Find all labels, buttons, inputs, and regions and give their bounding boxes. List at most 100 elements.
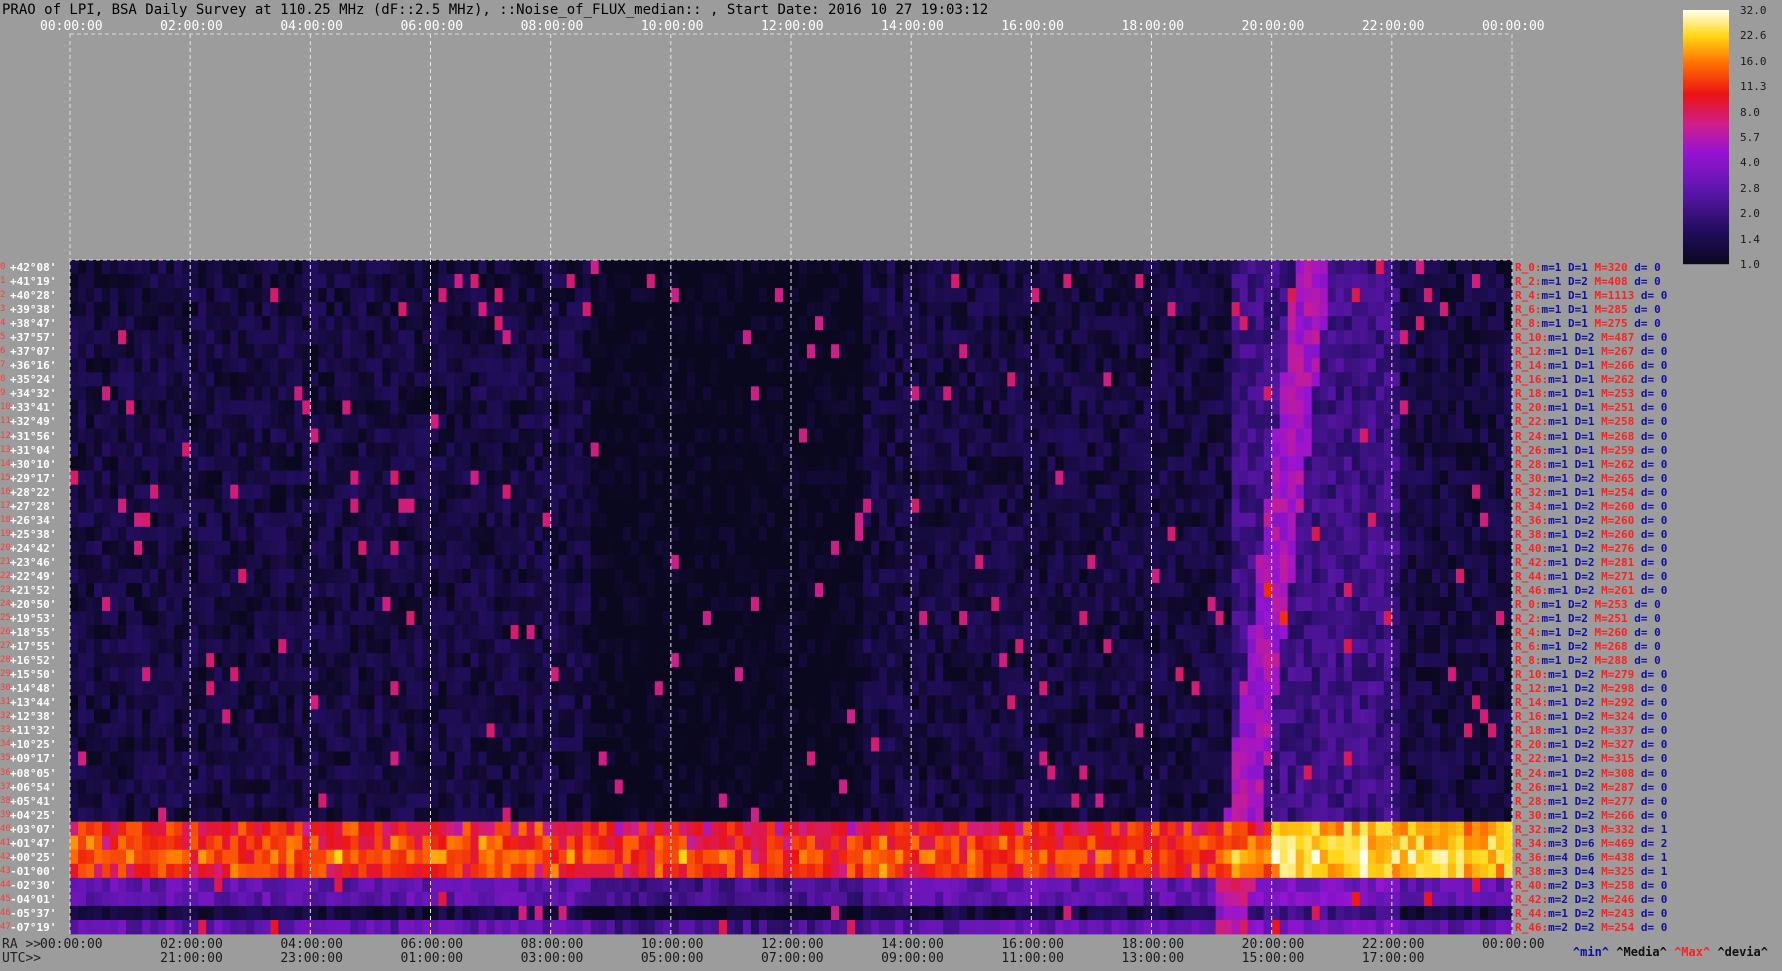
row-stat-part: d=	[1634, 486, 1661, 499]
row-stat-part: 1	[1581, 303, 1588, 316]
row-stat-part: 0	[1661, 767, 1668, 780]
row-stat-part: 1	[1588, 359, 1595, 372]
declination-label: +37°07'	[10, 346, 56, 357]
row-stat-part: D=	[1568, 556, 1588, 569]
row-stat-part: m=	[1548, 500, 1561, 513]
declination-label: +19°53'	[10, 613, 56, 624]
row-stat-part: M=	[1588, 612, 1608, 625]
row-stat-part: M=	[1595, 823, 1615, 836]
row-stat-part: d=	[1634, 696, 1661, 709]
row-stat-part: 251	[1614, 401, 1634, 414]
row-stat-part: R_12:	[1515, 345, 1548, 358]
legend-devia: ^devia^	[1717, 945, 1768, 959]
row-stat: R_24:m=1 D=2 M=308 d= 0	[1515, 768, 1667, 779]
row-stat-part: D=	[1568, 373, 1588, 386]
row-stat-part: d=	[1628, 612, 1655, 625]
row-stat-part: 266	[1614, 359, 1634, 372]
row-stat-part: 275	[1608, 317, 1628, 330]
row-stat-part: 2	[1588, 570, 1595, 583]
row-stat-part: M=	[1595, 738, 1615, 751]
row-stat-part: 276	[1614, 542, 1634, 555]
row-stat-part: R_6:	[1515, 640, 1542, 653]
row-stat: R_20:m=1 D=1 M=251 d= 0	[1515, 402, 1667, 413]
top-time-tick: 14:00:00	[881, 20, 944, 33]
row-stat-part: 1113	[1608, 289, 1635, 302]
row-stat-part: D=	[1568, 865, 1588, 878]
row-stat-part: 408	[1608, 275, 1628, 288]
row-number: 21	[0, 558, 11, 567]
row-stat-part: M=	[1595, 500, 1615, 513]
row-stat-part: d=	[1634, 430, 1661, 443]
top-time-tick: 12:00:00	[761, 20, 824, 33]
row-stat-part: M=	[1595, 837, 1615, 850]
top-time-tick: 04:00:00	[280, 20, 343, 33]
row-stat-part: M=	[1595, 781, 1615, 794]
row-stat-part: R_22:	[1515, 752, 1548, 765]
row-number: 40	[0, 825, 11, 834]
row-stat-part: M=	[1595, 458, 1615, 471]
row-stat: R_32:m=1 D=1 M=254 d= 0	[1515, 487, 1667, 498]
row-stat-part: D=	[1561, 303, 1581, 316]
row-stat-part: M=	[1588, 654, 1608, 667]
top-time-tick: 22:00:00	[1362, 20, 1425, 33]
row-stat-part: d=	[1628, 598, 1655, 611]
row-stat-part: 0	[1661, 752, 1668, 765]
row-stat-part: m=	[1542, 261, 1555, 274]
row-stat-part: 2	[1561, 823, 1568, 836]
row-stat-part: D=	[1568, 359, 1588, 372]
row-number: 10	[0, 403, 11, 412]
colorbar-tick-label: 5.7	[1740, 132, 1760, 143]
row-stat-part: M=	[1588, 275, 1608, 288]
row-stat-part: 2	[1588, 696, 1595, 709]
row-stat-part: D=	[1568, 570, 1588, 583]
row-stat-part: 0	[1661, 373, 1668, 386]
row-stat-part: m=	[1548, 682, 1561, 695]
row-stat-part: m=	[1548, 851, 1561, 864]
row-stat-part: 261	[1614, 584, 1634, 597]
row-stat-part: 0	[1661, 486, 1668, 499]
ra-tick: 14:00:00	[881, 938, 944, 951]
row-stat-part: D=	[1561, 317, 1581, 330]
row-stat-part: M=	[1595, 795, 1615, 808]
row-stat-part: 0	[1661, 444, 1668, 457]
row-stat-part: 0	[1661, 289, 1668, 302]
row-stat-part: d=	[1634, 865, 1661, 878]
row-stat-part: 0	[1661, 809, 1668, 822]
row-stat-part: d=	[1628, 626, 1655, 639]
row-stat: R_20:m=1 D=2 M=327 d= 0	[1515, 739, 1667, 750]
row-stat-part: M=	[1595, 865, 1615, 878]
row-number: 36	[0, 769, 11, 778]
row-stat: R_22:m=1 D=1 M=258 d= 0	[1515, 416, 1667, 427]
row-stat-part: m=	[1542, 303, 1555, 316]
row-number: 33	[0, 726, 11, 735]
row-stat-part: R_40:	[1515, 542, 1548, 555]
declination-label: +22°49'	[10, 571, 56, 582]
row-stat-part: m=	[1548, 907, 1561, 920]
row-stat-part: R_8:	[1515, 317, 1542, 330]
declination-label: +40°28'	[10, 290, 56, 301]
row-stat-part: M=	[1595, 542, 1615, 555]
row-stat-part: R_10:	[1515, 331, 1548, 344]
row-number: 24	[0, 600, 11, 609]
row-stat-part: R_16:	[1515, 373, 1548, 386]
declination-label: +16°52'	[10, 655, 56, 666]
row-stat-part: D=	[1568, 837, 1588, 850]
row-stat-part: m=	[1542, 289, 1555, 302]
row-stat-part: 266	[1614, 809, 1634, 822]
row-stat-part: m=	[1548, 696, 1561, 709]
row-number: 5	[0, 333, 5, 342]
declination-label: +11°32'	[10, 725, 56, 736]
row-stat: R_18:m=1 D=2 M=337 d= 0	[1515, 725, 1667, 736]
row-stat-part: M=	[1595, 387, 1615, 400]
row-stat-part: R_14:	[1515, 696, 1548, 709]
declination-label: +29°17'	[10, 473, 56, 484]
row-number: 25	[0, 614, 11, 623]
row-stat-part: 268	[1608, 640, 1628, 653]
row-number: 47	[0, 923, 11, 932]
row-stat-part: M=	[1595, 486, 1615, 499]
row-stat-part: 0	[1654, 303, 1661, 316]
row-stat-part: m=	[1548, 486, 1561, 499]
row-stat-part: 253	[1614, 387, 1634, 400]
row-stat-part: m=	[1548, 444, 1561, 457]
row-stat-part: D=	[1568, 444, 1588, 457]
